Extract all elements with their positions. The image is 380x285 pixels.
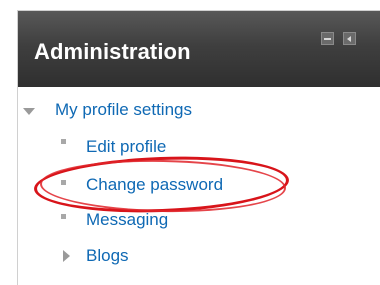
block-header: Administration [18, 11, 380, 87]
bullet-icon [61, 139, 66, 144]
administration-block: Administration [17, 10, 380, 285]
tree-item-edit-profile[interactable]: Edit profile [86, 137, 166, 157]
tree-item-my-profile-settings[interactable]: My profile settings [55, 100, 192, 120]
collapsed-arrow-icon[interactable] [63, 250, 70, 262]
tree-item-change-password[interactable]: Change password [86, 175, 223, 195]
tree-item-blogs[interactable]: Blogs [86, 246, 129, 266]
block-title: Administration [34, 39, 191, 64]
dock-block-icon[interactable] [343, 32, 356, 45]
bullet-icon [61, 180, 66, 185]
hide-block-icon[interactable] [321, 32, 334, 45]
tree-item-messaging[interactable]: Messaging [86, 210, 168, 230]
expanded-arrow-icon[interactable] [23, 108, 35, 115]
bullet-icon [61, 214, 66, 219]
